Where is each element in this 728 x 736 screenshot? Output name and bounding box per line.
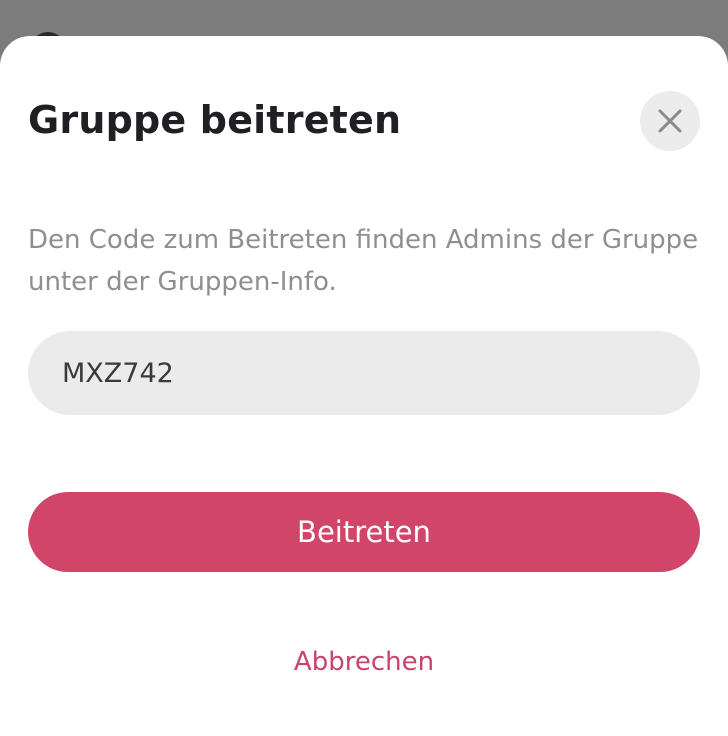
close-icon (658, 109, 682, 133)
close-button[interactable] (640, 91, 700, 151)
dialog-description: Den Code zum Beitreten finden Admins der… (28, 225, 699, 297)
dialog-title: Gruppe beitreten (28, 98, 402, 142)
join-button[interactable]: Beitreten (28, 492, 700, 572)
group-code-input[interactable] (28, 331, 700, 415)
join-group-sheet: Gruppe beitreten Den Code zum Beitreten … (0, 36, 728, 736)
cancel-button[interactable]: Abbrechen (214, 640, 514, 684)
